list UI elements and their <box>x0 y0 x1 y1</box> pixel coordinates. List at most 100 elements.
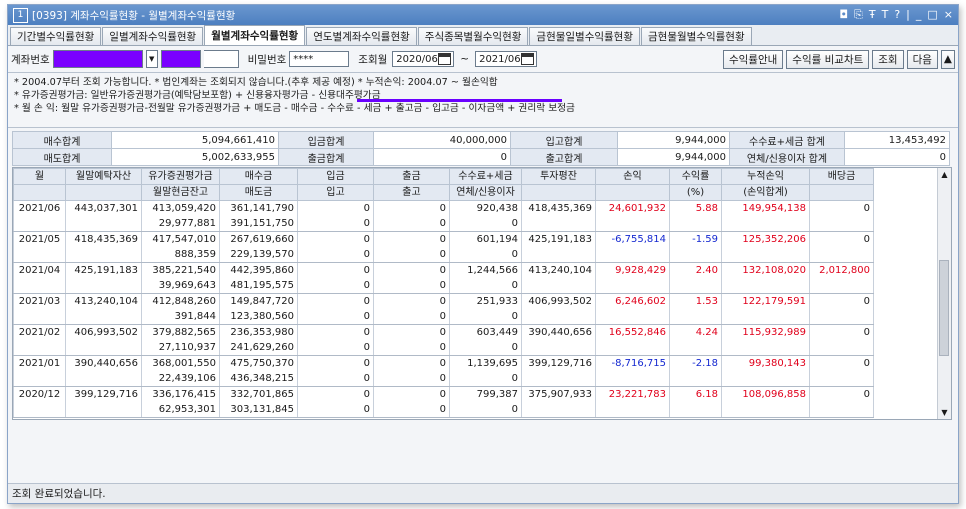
vertical-scrollbar[interactable]: ▲ ▼ <box>937 168 951 419</box>
cell-fee: 799,387 <box>449 386 522 402</box>
table-row[interactable]: 39,969,643 481,195,575 0 0 0 <box>13 278 874 294</box>
cell-asset: 443,037,301 <box>65 200 142 216</box>
cell-empty <box>669 216 722 232</box>
cell-pnl: -8,716,715 <box>595 355 670 371</box>
column-header <box>13 184 66 201</box>
to-date-field[interactable]: 2021/06 <box>475 51 538 67</box>
column-header: 유가증권평가금 <box>141 168 220 185</box>
table-row[interactable]: 27,110,937 241,629,260 0 0 0 <box>13 340 874 356</box>
password-label: 비밀번호 <box>247 53 287 66</box>
table-row[interactable]: 888,359 229,139,570 0 0 0 <box>13 247 874 263</box>
withdraw-total-label: 출금합계 <box>278 148 374 166</box>
table-row[interactable]: 391,844 123,380,560 0 0 0 <box>13 309 874 325</box>
cell-fee: 1,244,566 <box>449 262 522 278</box>
cell-empty <box>809 278 874 294</box>
table-row[interactable]: 62,953,301 303,131,845 0 0 0 <box>13 402 874 418</box>
cell-month: 2021/01 <box>13 355 66 371</box>
account-label: 계좌번호 <box>11 53 50 66</box>
cell-overdue: 0 <box>449 340 522 356</box>
column-header: 매수금 <box>219 168 298 185</box>
from-date-field[interactable]: 2020/06 <box>392 51 455 67</box>
cell-empty <box>65 402 142 418</box>
cell-sell: 391,151,750 <box>219 216 298 232</box>
window-control-icon[interactable]: ◘ <box>839 8 848 22</box>
cell-out: 0 <box>373 340 450 356</box>
cell-empty <box>521 371 596 387</box>
cell-dep: 0 <box>297 231 374 247</box>
scroll-up-icon[interactable]: ▲ <box>938 168 951 181</box>
tab-1[interactable]: 일별계좌수익률현황 <box>102 27 204 45</box>
window-control-icon[interactable]: | <box>906 8 910 22</box>
tab-0[interactable]: 기간별수익률현황 <box>10 27 102 45</box>
cell-empty <box>521 309 596 325</box>
scroll-thumb[interactable] <box>939 260 949 356</box>
yield-guide-button[interactable]: 수익률안내 <box>722 49 784 69</box>
cell-buy: 332,701,865 <box>219 386 298 402</box>
cell-dep: 0 <box>297 200 374 216</box>
cell-dep: 0 <box>297 386 374 402</box>
account-number-field[interactable] <box>52 50 143 68</box>
buy-total-label: 매수합계 <box>12 131 112 149</box>
window-control-icon[interactable]: × <box>944 8 953 22</box>
column-header: 월 <box>13 168 66 185</box>
table-row[interactable]: 22,439,106 436,348,215 0 0 0 <box>13 371 874 387</box>
yield-compare-chart-button[interactable]: 수익률 비교차트 <box>786 49 870 69</box>
cell-overdue: 0 <box>449 216 522 232</box>
table-row[interactable]: 29,977,881 391,151,750 0 0 0 <box>13 216 874 232</box>
window-control-icon[interactable]: □ <box>927 8 937 22</box>
window-control-icon[interactable]: Ŧ <box>869 8 876 22</box>
table-row[interactable]: 2021/06 443,037,301 413,059,420 361,141,790… <box>13 200 874 216</box>
cell-overdue: 0 <box>449 278 522 294</box>
cell-sell: 303,131,845 <box>219 402 298 418</box>
account-dropdown-icon[interactable]: ▼ <box>145 50 158 68</box>
calendar-icon[interactable] <box>521 53 535 65</box>
table-row[interactable]: 2021/05 418,435,369 417,547,010 267,619,660… <box>13 231 874 247</box>
tab-2[interactable]: 월별계좌수익률현황 <box>204 25 306 45</box>
cell-empty <box>13 309 66 325</box>
column-header: 배당금 <box>809 168 874 185</box>
collapse-up-button[interactable]: ▲ <box>940 49 955 69</box>
next-button[interactable]: 다음 <box>906 49 938 69</box>
cell-wd: 0 <box>373 355 450 371</box>
out-total-label: 출고합계 <box>510 148 618 166</box>
cell-empty <box>521 247 596 263</box>
cell-fee: 920,438 <box>449 200 522 216</box>
cell-cash: 391,844 <box>141 309 220 325</box>
out-total-value: 9,944,000 <box>617 148 730 166</box>
cell-empty <box>669 340 722 356</box>
cell-sell: 436,348,215 <box>219 371 298 387</box>
window-control-icon[interactable]: ? <box>894 8 900 22</box>
cell-cum: 122,179,591 <box>721 293 810 309</box>
cell-pnl: 16,552,846 <box>595 324 670 340</box>
cell-div: 0 <box>809 386 874 402</box>
table-row[interactable]: 2020/12 399,129,716 336,176,415 332,701,865… <box>13 386 874 402</box>
fee-tax-total-value: 13,453,492 <box>844 131 950 149</box>
calendar-icon[interactable] <box>438 53 452 65</box>
cell-empty <box>65 309 142 325</box>
cell-avg: 399,129,716 <box>521 355 596 371</box>
column-header: 누적손익 <box>721 168 810 185</box>
window-control-icon[interactable]: T <box>882 8 889 22</box>
window-control-icon[interactable]: _ <box>916 8 922 22</box>
cell-fee: 1,139,695 <box>449 355 522 371</box>
tab-4[interactable]: 주식종목별월수익현황 <box>417 27 529 45</box>
table-row[interactable]: 2021/04 425,191,183 385,221,540 442,395,860… <box>13 262 874 278</box>
window-control-icon[interactable]: ⎘ <box>854 8 863 22</box>
password-field[interactable]: **** <box>289 51 350 67</box>
tab-6[interactable]: 금현물월별수익률현황 <box>641 27 752 45</box>
cell-overdue: 0 <box>449 402 522 418</box>
query-button[interactable]: 조회 <box>872 49 904 69</box>
column-header <box>595 184 670 201</box>
cell-empty <box>721 278 810 294</box>
cell-empty <box>595 278 670 294</box>
table-row[interactable]: 2021/01 390,440,656 368,001,550 475,750,370… <box>13 355 874 371</box>
cell-out: 0 <box>373 309 450 325</box>
tab-5[interactable]: 금현물일별수익률현황 <box>529 27 641 45</box>
tab-3[interactable]: 연도별계좌수익률현황 <box>306 27 417 45</box>
table-row[interactable]: 2021/02 406,993,502 379,882,565 236,353,980… <box>13 324 874 340</box>
column-header: 손익 <box>595 168 670 185</box>
to-date-value: 2021/06 <box>479 53 521 65</box>
table-row[interactable]: 2021/03 413,240,104 412,848,260 149,847,720… <box>13 293 874 309</box>
cell-in: 0 <box>297 340 374 356</box>
scroll-down-icon[interactable]: ▼ <box>938 406 951 419</box>
